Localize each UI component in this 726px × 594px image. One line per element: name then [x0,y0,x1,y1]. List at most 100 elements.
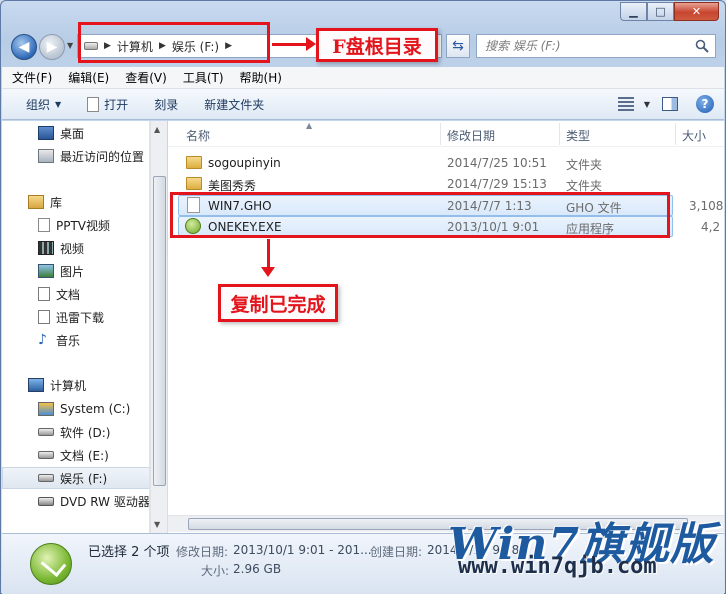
menu-help[interactable]: 帮助(H) [240,69,282,86]
document-icon [38,310,50,324]
recent-places-icon [38,149,54,163]
nav-item-label: 娱乐 (F:) [60,471,108,486]
document-icon [38,287,50,301]
column-size[interactable]: 大小 [682,127,706,144]
scrollbar-thumb[interactable] [153,176,166,486]
nav-item-label: 音乐 [56,333,81,348]
annotation-arrow-right [272,37,316,51]
search-input[interactable] [485,39,685,53]
nav-item-pictures[interactable]: 图片 [2,260,149,282]
column-name[interactable]: 名称 [186,127,210,144]
refresh-icon: ⇆ [452,38,464,54]
view-options-icon[interactable] [617,97,634,111]
burn-label: 刻录 [154,97,179,112]
column-header: ▲ 名称 修改日期 类型 大小 [168,121,724,147]
nav-item-label: System (C:) [60,402,131,416]
nav-item-videos[interactable]: 视频 [2,237,149,259]
nav-item-drive-c[interactable]: System (C:) [2,398,149,420]
close-button[interactable]: ✕ [674,2,719,21]
nav-item-libraries[interactable]: 库 [2,191,149,213]
modified-value: 2013/10/1 9:01 - 201... [233,543,372,557]
nav-item-label: 文档 [56,287,81,302]
back-button[interactable]: ◀ [11,34,37,60]
nav-item-documents[interactable]: 文档 [2,283,149,305]
column-modified[interactable]: 修改日期 [447,127,495,144]
burn-button[interactable]: 刻录 [154,96,178,113]
explorer-window: ▁ □ ✕ ◀ ▶ ▼ ▶ 计算机 ▶ 娱乐 (F:) ▶ ▼ ⇆ 文件(F) … [0,0,726,594]
system-drive-icon [38,402,54,416]
modified-label: 修改日期: [176,545,229,559]
desktop-icon [38,126,54,140]
menu-file[interactable]: 文件(F) [12,69,52,86]
file-row[interactable]: sogoupinyin 2014/7/25 10:51 文件夹 [178,153,673,174]
libraries-icon [28,195,44,209]
file-list-pane: ▲ 名称 修改日期 类型 大小 sogoupinyin 2014/7/25 10… [168,121,724,533]
organize-label: 组织 [26,97,51,112]
nav-item-computer[interactable]: 计算机 [2,374,149,396]
size-label: 大小: [201,564,230,578]
film-icon [38,241,54,255]
toolbar-right: ▼ ? [617,95,714,113]
nav-item-drive-f[interactable]: 娱乐 (F:) [2,467,149,489]
file-size: 3,108 [689,199,724,213]
size-value: 2.96 GB [233,562,282,576]
menu-view[interactable]: 查看(V) [125,69,167,86]
file-size: 4,2 [701,220,721,234]
nav-item-xunlei[interactable]: 迅雷下载 [2,306,149,328]
nav-item-desktop[interactable]: 桌面 [2,122,149,144]
help-icon[interactable]: ? [696,95,714,113]
nav-item-music[interactable]: ♪ 音乐 [2,329,149,351]
annotation-arrow-down [261,239,275,277]
dvd-drive-icon [38,496,54,506]
menu-tools[interactable]: 工具(T) [183,69,224,86]
nav-item-label: 迅雷下载 [56,310,105,325]
new-folder-label: 新建文件夹 [204,97,265,112]
nav-item-label: 视频 [60,241,85,256]
annotation-files-highlight [170,192,670,238]
created-label: 创建日期: [370,545,423,559]
recent-pages-dropdown[interactable]: ▼ [67,41,73,50]
navigation-pane: 桌面 最近访问的位置 库 PPTV视频 视频 图片 文档 迅雷下载 ♪ 音乐 计… [2,121,150,533]
annotation-address-highlight [78,22,270,63]
nav-item-label: 文档 (E:) [60,448,109,463]
nav-item-drive-e[interactable]: 文档 (E:) [2,444,149,466]
annotation-done-label: 复制已完成 [218,284,338,322]
chevron-down-icon[interactable]: ▼ [644,100,650,109]
organize-button[interactable]: 组织 ▼ [26,96,61,113]
nav-item-pptv[interactable]: PPTV视频 [2,214,149,236]
nav-item-label: 软件 (D:) [60,425,111,440]
column-type[interactable]: 类型 [566,127,590,144]
refresh-button[interactable]: ⇆ [446,34,470,58]
nav-item-label: DVD RW 驱动器 [60,494,150,509]
caption-buttons: ▁ □ ✕ [620,2,719,21]
menu-edit[interactable]: 编辑(E) [68,69,109,86]
nav-item-recent-places[interactable]: 最近访问的位置 [2,145,149,167]
open-label: 打开 [104,97,129,112]
minimize-button[interactable]: ▁ [620,2,647,21]
preview-pane-icon[interactable] [662,97,678,111]
nav-item-label: 最近访问的位置 [60,149,145,164]
nav-item-drive-d[interactable]: 软件 (D:) [2,421,149,443]
search-box[interactable] [476,34,716,58]
drive-icon [38,451,54,459]
forward-button[interactable]: ▶ [39,34,65,60]
search-icon[interactable] [695,39,709,53]
picture-icon [38,264,54,278]
file-type: 文件夹 [566,158,603,172]
file-modified: 2014/7/25 10:51 [447,156,547,170]
nav-item-label: 库 [50,195,63,210]
nav-item-label: PPTV视频 [56,218,111,233]
arrow-right-icon: ▶ [46,39,58,55]
document-icon [38,218,50,232]
drive-icon [38,428,54,436]
nav-item-dvd[interactable]: DVD RW 驱动器 [2,490,150,512]
music-note-icon: ♪ [38,332,47,348]
scroll-down-icon[interactable]: ▼ [154,520,160,529]
nav-pane-scrollbar[interactable]: ▲ ▼ [150,121,167,533]
scroll-up-icon[interactable]: ▲ [154,125,160,134]
new-folder-button[interactable]: 新建文件夹 [204,96,264,113]
maximize-button[interactable]: □ [647,2,674,21]
open-button[interactable]: 打开 [87,96,128,113]
sort-ascending-icon: ▲ [306,121,313,130]
chevron-down-icon: ▼ [55,99,62,109]
